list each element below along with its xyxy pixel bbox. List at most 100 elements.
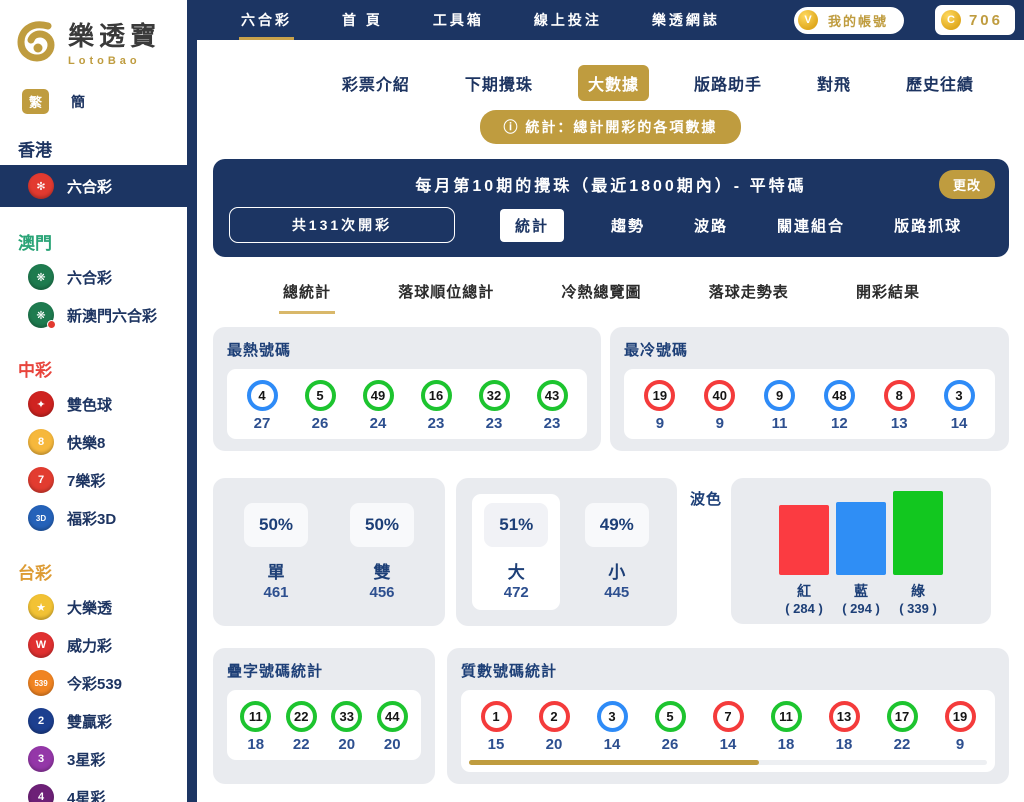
sidebar-item-new-macau-mark-six[interactable]: ❋ 新澳門六合彩 — [0, 296, 187, 334]
even-label: 雙 — [373, 563, 391, 582]
wave-bar-column: 紅 ( 284 ) — [778, 505, 830, 616]
subnav-item-history[interactable]: 歷史往績 — [896, 65, 984, 101]
sidebar-item-big-lotto[interactable]: ★ 大樂透 — [0, 588, 187, 626]
scrollbar-thumb[interactable] — [469, 760, 760, 765]
fucai-3d-icon: 3D — [28, 505, 54, 531]
ball-number: 13 — [828, 701, 860, 732]
lottery-ball-item: 22 22 — [285, 701, 317, 753]
banner-tab-wave-path[interactable]: 波路 — [692, 209, 730, 242]
lottery-ball-item: 43 23 — [536, 380, 568, 432]
topnav-item-toolbox[interactable]: 工具箱 — [431, 0, 486, 40]
small-label: 小 — [608, 563, 626, 582]
brand-name: 樂透寶 — [68, 21, 162, 51]
sidebar-section-title-hongkong: 香港 — [18, 141, 52, 160]
lottery-ball-item: 11 18 — [757, 701, 815, 753]
topnav-item-lotto-blog[interactable]: 樂透網誌 — [650, 0, 722, 40]
stat-tabs: 總統計 落球順位總計 冷熱總覽圖 落球走勢表 開彩結果 — [279, 273, 924, 314]
banner-tab-statistics[interactable]: 統計 — [500, 208, 565, 242]
stat-tab-drop-order-totals[interactable]: 落球順位總計 — [394, 273, 498, 314]
stat-tab-draw-results[interactable]: 開彩結果 — [852, 273, 924, 314]
sidebar-item-4-star[interactable]: 4 4星彩 — [0, 778, 187, 802]
ball-number: 49 — [362, 380, 394, 411]
lottery-ball-item: 16 23 — [420, 380, 452, 432]
account-button[interactable]: V 我的帳號 — [793, 6, 904, 34]
subnav-item-lottery-intro[interactable]: 彩票介紹 — [332, 65, 420, 101]
sidebar-item-3-star[interactable]: 3 3星彩 — [0, 740, 187, 778]
sidebar-item-hk-mark-six[interactable]: ✻ 六合彩 — [0, 165, 187, 207]
ball-number: 5 — [304, 380, 336, 411]
ball-number: 33 — [331, 701, 363, 732]
topnav-item-mark-six[interactable]: 六合彩 — [239, 0, 294, 40]
sidebar-item-label: 4星彩 — [67, 789, 106, 802]
sidebar-item-7-lotto[interactable]: 7 7樂彩 — [0, 461, 187, 499]
subnav-item-next-draw[interactable]: 下期攪珠 — [455, 65, 543, 101]
stat-col-odd: 50% 單 461 — [232, 494, 320, 610]
odd-even-card: 50% 單 461 50% 雙 456 — [213, 478, 445, 626]
ball-count: 9 — [715, 415, 724, 432]
lottery-ball-item: 11 18 — [240, 701, 272, 753]
sidebar-item-happy-8[interactable]: 8 快樂8 — [0, 423, 187, 461]
stat-col-big: 51% 大 472 — [472, 494, 561, 610]
subnav-item-pattern-assistant[interactable]: 版路助手 — [684, 65, 772, 101]
wave-bar-label: 紅 — [797, 583, 812, 599]
ball-count: 20 — [338, 736, 356, 753]
topnav-item-online-betting[interactable]: 線上投注 — [532, 0, 604, 40]
draw-count-box: 共131次開彩 — [229, 207, 455, 243]
stat-tab-hot-cold-overview[interactable]: 冷熱總覽圖 — [557, 273, 645, 314]
double-digit-balls: 11 18 22 22 33 20 44 20 — [227, 690, 421, 760]
lottery-ball-item: 32 23 — [478, 380, 510, 432]
horizontal-scrollbar[interactable] — [469, 760, 987, 765]
wave-bar-value: ( 339 ) — [899, 601, 937, 616]
lottery-ball-item: 3 14 — [943, 380, 975, 432]
lottery-ball-item: 49 24 — [362, 380, 394, 432]
ball-count: 23 — [543, 415, 561, 432]
sidebar-item-label: 六合彩 — [67, 178, 113, 196]
new-macau-mark-six-icon: ❋ — [28, 302, 56, 329]
wave-bar-column: 藍 ( 294 ) — [835, 502, 887, 616]
hot-numbers-title: 最熱號碼 — [227, 342, 292, 359]
sidebar-item-daily-539[interactable]: 539 今彩539 — [0, 664, 187, 702]
double-win-icon: 2 — [28, 708, 54, 734]
stat-tab-total-stats[interactable]: 總統計 — [279, 273, 336, 314]
sidebar-item-power-lotto[interactable]: W 威力彩 — [0, 626, 187, 664]
even-percentage: 50% — [349, 503, 415, 547]
ball-number: 3 — [596, 701, 628, 732]
power-lotto-icon: W — [28, 632, 54, 658]
stat-tab-drop-trend-table[interactable]: 落球走勢表 — [705, 273, 793, 314]
brand-subtitle: LotoBao — [68, 55, 141, 67]
banner-tab-trend[interactable]: 趨勢 — [609, 209, 647, 242]
odd-label: 單 — [267, 563, 285, 582]
subnav-item-duifei[interactable]: 對飛 — [807, 65, 861, 101]
ball-count: 18 — [835, 736, 853, 753]
sidebar-item-double-win[interactable]: 2 雙贏彩 — [0, 702, 187, 740]
sidebar-item-fucai-3d[interactable]: 3D 福彩3D — [0, 499, 187, 537]
ball-count: 13 — [890, 415, 908, 432]
ball-number: 1 — [480, 701, 512, 732]
lottery-ball-item: 17 22 — [873, 701, 931, 753]
brand-logo[interactable]: 樂透寶 LotoBao — [0, 0, 187, 67]
lottery-ball-item: 2 20 — [525, 701, 583, 753]
banner-tab-pattern-catch[interactable]: 版路抓球 — [892, 209, 964, 242]
subnav-item-big-data[interactable]: 大數據 — [577, 65, 649, 101]
small-count: 445 — [604, 584, 630, 601]
ball-count: 18 — [777, 736, 795, 753]
change-button[interactable]: 更改 — [938, 170, 995, 199]
lang-traditional-button[interactable]: 繁 — [22, 89, 50, 114]
banner-tab-related-combos[interactable]: 關連組合 — [775, 209, 847, 242]
sidebar-item-label: 7樂彩 — [67, 472, 106, 490]
ball-number: 2 — [538, 701, 570, 732]
lang-simplified-button[interactable]: 簡 — [71, 92, 85, 112]
sidebar-item-label: 快樂8 — [67, 434, 106, 452]
lottery-ball-item: 7 14 — [699, 701, 757, 753]
sidebar-item-macau-mark-six[interactable]: ❋ 六合彩 — [0, 258, 187, 296]
big-count: 472 — [503, 584, 529, 601]
stat-col-small: 49% 小 445 — [573, 494, 661, 610]
ball-number: 11 — [240, 701, 272, 732]
lottery-ball-item: 5 26 — [304, 380, 336, 432]
account-label: 我的帳號 — [827, 13, 888, 29]
topnav-item-home[interactable]: 首 頁 — [340, 0, 385, 40]
sidebar-item-double-color-ball[interactable]: ✦ 雙色球 — [0, 385, 187, 423]
sidebar-item-label: 威力彩 — [67, 637, 113, 655]
balance-display[interactable]: C 706 — [934, 5, 1015, 35]
macau-mark-six-icon: ❋ — [28, 264, 54, 290]
